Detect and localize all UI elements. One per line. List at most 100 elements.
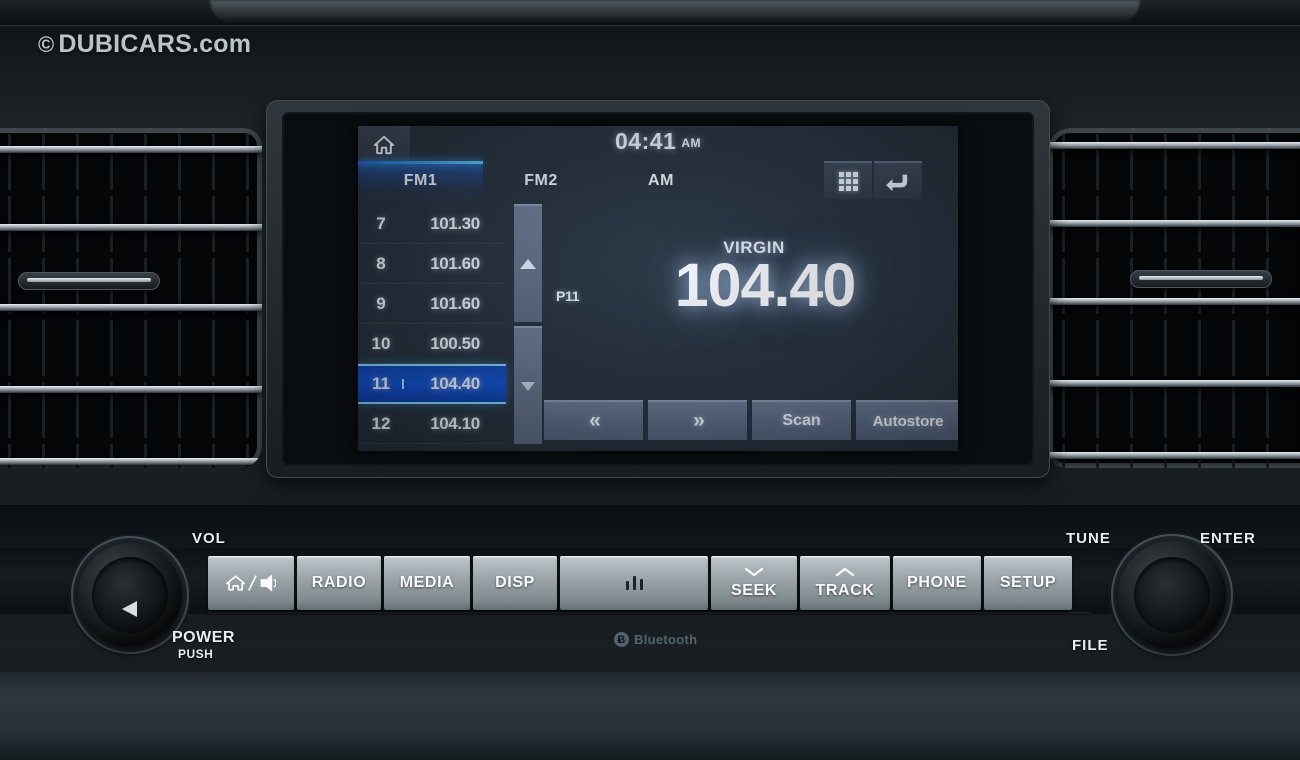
watermark-text: DUBICARS.com	[58, 30, 252, 58]
watermark: © DUBICARS.com	[38, 30, 251, 59]
dashboard-console-base	[0, 672, 1300, 760]
media-button[interactable]: MEDIA	[384, 556, 470, 610]
chevron-up-icon	[835, 567, 855, 576]
seek-down-label: «	[589, 409, 601, 432]
vent-slat	[1048, 142, 1300, 149]
vent-slat	[0, 304, 262, 311]
vent-fin	[1164, 382, 1167, 438]
vent-direction-knob[interactable]	[1130, 270, 1272, 288]
vent-fin	[42, 134, 45, 190]
air-vent-left[interactable]	[0, 128, 262, 468]
vent-fin	[1096, 382, 1099, 438]
vent-fin	[144, 134, 147, 190]
preset-row[interactable]: 7 101.30	[358, 204, 506, 244]
vent-fin	[76, 320, 79, 376]
vent-fin	[246, 320, 249, 376]
scroll-down-button[interactable]	[514, 326, 542, 444]
band-tabs[interactable]: FM1 FM2 AM	[358, 161, 958, 199]
scan-button[interactable]: Scan	[752, 400, 851, 440]
preset-scrollbar[interactable]	[514, 204, 542, 444]
eject-button[interactable]	[560, 556, 708, 610]
cd-slot-icon	[625, 576, 643, 590]
setup-button[interactable]: SETUP	[984, 556, 1072, 610]
preset-row[interactable]: 9 101.60	[358, 284, 506, 324]
vent-fin	[8, 320, 11, 376]
vent-fin	[1266, 320, 1269, 376]
copyright-symbol: ©	[38, 32, 55, 57]
clock: 04:41 AM	[358, 128, 958, 155]
home-sound-button[interactable]	[208, 556, 294, 610]
preset-number: 10	[371, 333, 391, 353]
vent-slat	[1048, 452, 1300, 459]
track-button[interactable]: TRACK	[800, 556, 890, 610]
preset-frequency: 101.30	[430, 213, 480, 233]
volume-knob[interactable]	[78, 543, 182, 647]
now-playing-panel: VIRGIN P11 104.40	[550, 226, 958, 386]
vent-fin	[110, 320, 113, 376]
file-label: FILE	[1072, 637, 1109, 654]
preset-frequency: 104.10	[430, 413, 480, 433]
air-vent-left-frame	[0, 128, 262, 468]
seek-up-button[interactable]: »	[648, 400, 747, 440]
vent-fin	[1096, 320, 1099, 376]
push-label: PUSH	[178, 647, 214, 661]
preset-number: 8	[376, 253, 386, 273]
preset-list[interactable]: 7 101.30 8 101.60 9 101.60 10 100.50 11 104.40 12 1…	[358, 204, 506, 444]
vol-label: VOL	[192, 530, 226, 547]
preset-frequency: 101.60	[430, 253, 480, 273]
vent-slat	[0, 458, 262, 465]
clock-time: 04:41	[615, 128, 677, 154]
triangle-down-icon	[521, 381, 535, 391]
radio-button[interactable]: RADIO	[297, 556, 381, 610]
vent-slat	[0, 146, 262, 153]
triangle-up-icon	[520, 259, 536, 269]
vent-fin	[1096, 258, 1099, 314]
vent-slat	[1048, 298, 1300, 305]
disp-button[interactable]: DISP	[473, 556, 557, 610]
preset-row[interactable]: 10 100.50	[358, 324, 506, 364]
bluetooth-label: Bluetooth	[634, 632, 698, 647]
hardware-button-row[interactable]: RADIO MEDIA DISP SEEK TRACK PHONE SETUP	[208, 556, 1092, 612]
vent-fin	[1164, 320, 1167, 376]
volume-knob-pointer	[122, 601, 137, 617]
scroll-up-button[interactable]	[514, 204, 542, 322]
vent-fin	[8, 134, 11, 190]
preset-row[interactable]: 11 104.40	[358, 364, 506, 404]
vent-fin	[42, 320, 45, 376]
panel-seam	[208, 612, 1092, 615]
vent-fin	[76, 134, 79, 190]
vent-fin	[178, 134, 181, 190]
vent-direction-knob[interactable]	[18, 272, 160, 290]
vent-fin	[1130, 320, 1133, 376]
phone-button[interactable]: PHONE	[893, 556, 981, 610]
vent-fin	[110, 134, 113, 190]
preset-number: 12	[371, 413, 391, 433]
band-tab-am[interactable]: AM	[614, 161, 708, 199]
band-tab-fm1[interactable]: FM1	[358, 161, 483, 199]
enter-label: ENTER	[1200, 530, 1256, 547]
autostore-button[interactable]: Autostore	[856, 400, 958, 440]
preset-row[interactable]: 8 101.60	[358, 244, 506, 284]
preset-frequency: 100.50	[430, 333, 480, 353]
action-button-bar[interactable]: « » Scan Autostore	[544, 400, 958, 440]
bluetooth-badge: Ƀ Bluetooth	[614, 632, 697, 647]
tune-knob-face	[1134, 557, 1210, 633]
air-vent-right[interactable]	[1048, 128, 1300, 468]
vent-fin	[178, 320, 181, 376]
tune-knob[interactable]	[1118, 541, 1226, 649]
car-dashboard-head-unit: 04:41 AM FM1 FM2 AM 7 101.30 8 101.60 9 101.60…	[0, 0, 1300, 760]
band-tab-fm2[interactable]: FM2	[494, 161, 588, 199]
dashboard-top-highlight	[210, 0, 1140, 24]
tune-label: TUNE	[1066, 530, 1111, 547]
preset-number: 11	[358, 374, 404, 394]
bluetooth-icon: Ƀ	[614, 632, 629, 647]
frequency-display: 104.40	[674, 251, 857, 319]
preset-frequency: 101.60	[430, 293, 480, 313]
track-label: TRACK	[815, 581, 875, 599]
seek-button[interactable]: SEEK	[711, 556, 797, 610]
preset-row[interactable]: 12 104.10	[358, 404, 506, 444]
seek-down-button[interactable]: «	[544, 400, 643, 440]
infotainment-screen[interactable]: 04:41 AM FM1 FM2 AM 7 101.30 8 101.60 9 101.60…	[358, 126, 958, 451]
volume-knob-face	[92, 557, 168, 633]
vent-fin	[1062, 382, 1065, 438]
